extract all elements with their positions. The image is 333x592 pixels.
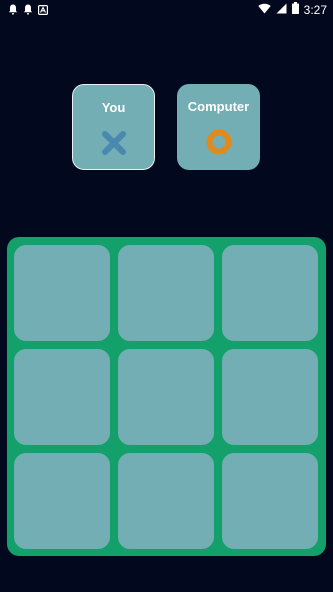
x-mark-icon xyxy=(101,130,127,161)
o-mark-icon xyxy=(206,129,232,160)
board-cell-8[interactable] xyxy=(118,453,214,549)
battery-icon xyxy=(291,1,299,19)
board-cell-7[interactable] xyxy=(14,453,110,549)
signal-icon xyxy=(276,1,287,19)
board-cell-4[interactable] xyxy=(14,349,110,445)
board-cell-2[interactable] xyxy=(118,245,214,341)
player-card-you: You xyxy=(72,84,155,170)
wifi-icon xyxy=(257,1,271,19)
status-left xyxy=(8,2,49,20)
player-label-computer: Computer xyxy=(187,99,250,114)
board-cell-5[interactable] xyxy=(118,349,214,445)
player-label-you: You xyxy=(101,100,126,115)
status-time: 3:27 xyxy=(303,3,327,17)
status-right: 3:27 xyxy=(257,1,327,19)
game-board xyxy=(7,237,326,556)
board-cell-9[interactable] xyxy=(222,453,318,549)
notification-icon xyxy=(8,2,18,20)
status-bar: 3:27 xyxy=(0,0,333,17)
board-cell-3[interactable] xyxy=(222,245,318,341)
board-cell-6[interactable] xyxy=(222,349,318,445)
app-icon xyxy=(38,2,49,20)
notification-icon xyxy=(23,2,33,20)
board-cell-1[interactable] xyxy=(14,245,110,341)
player-card-computer: Computer xyxy=(177,84,260,170)
